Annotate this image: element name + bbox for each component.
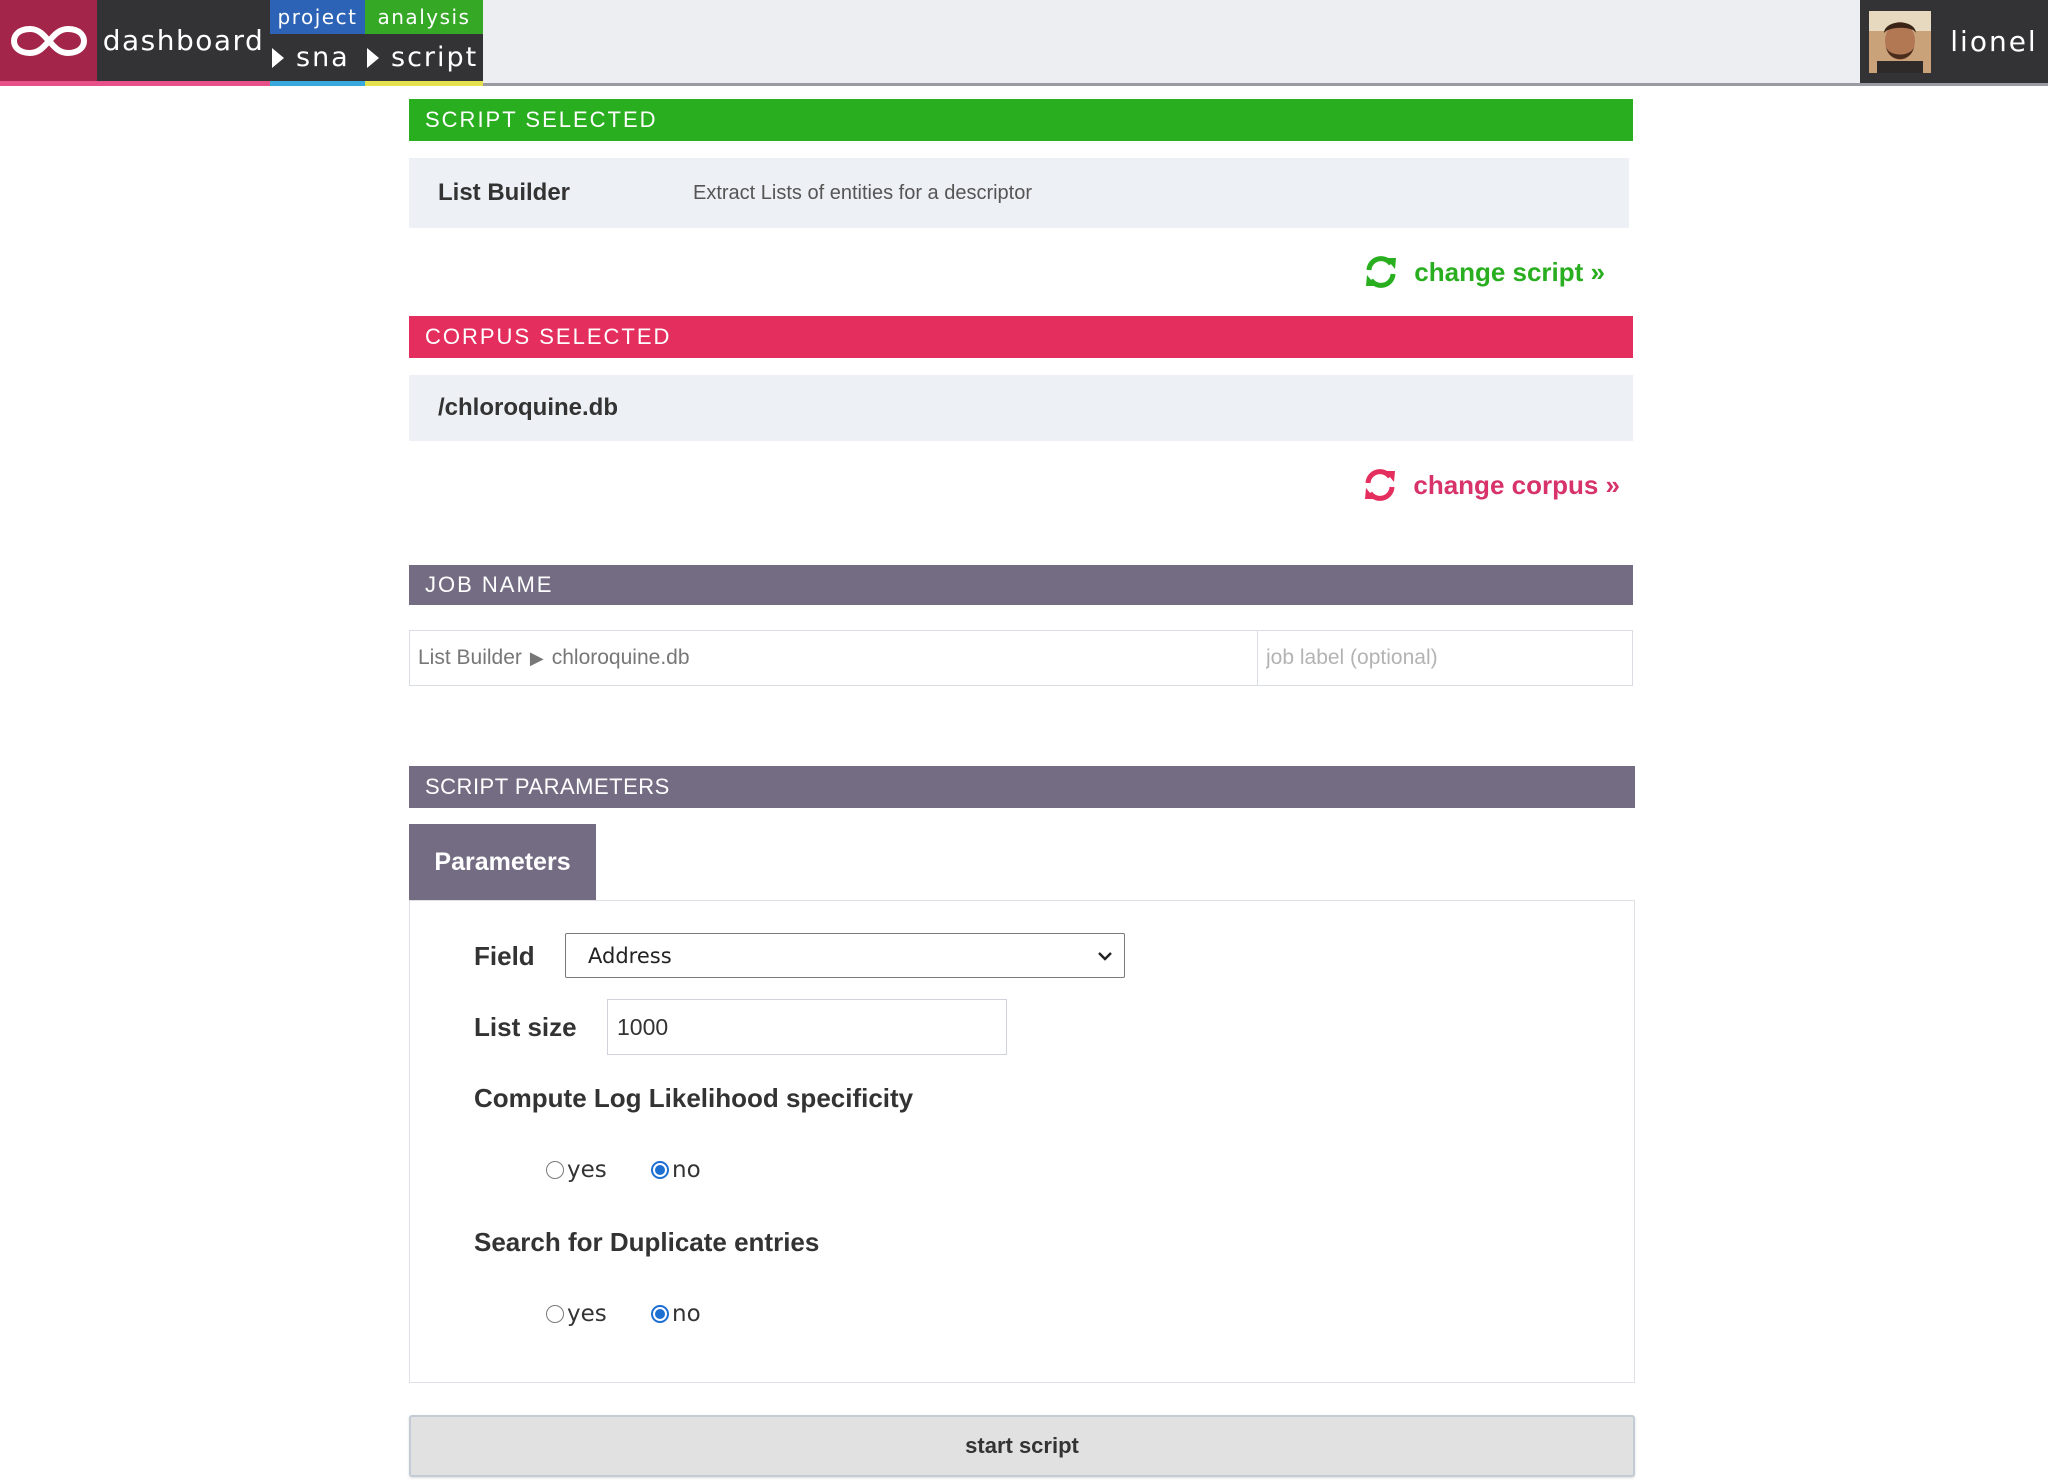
change-corpus-label: change corpus » — [1413, 469, 1620, 500]
start-script-button[interactable]: start script — [409, 1415, 1635, 1477]
app-logo[interactable] — [0, 0, 97, 86]
play-triangle-icon: ▶ — [529, 647, 544, 668]
list-size-input[interactable] — [607, 999, 1007, 1055]
radio-selected-dot — [655, 1165, 665, 1175]
script-description: Extract Lists of entities for a descript… — [693, 181, 1033, 204]
breadcrumb-project-label: sna — [296, 42, 350, 73]
loglik-no-label: no — [672, 1157, 701, 1183]
breadcrumb-project[interactable]: project sna — [270, 0, 365, 86]
list-size-label: List size — [474, 1012, 577, 1042]
breadcrumb-analysis-category: analysis — [365, 0, 483, 34]
duplicates-yes-option[interactable]: yes — [546, 1301, 607, 1327]
job-default-corpus: chloroquine.db — [551, 646, 690, 669]
breadcrumb-analysis-label: script — [391, 42, 479, 73]
caret-right-icon — [367, 47, 379, 68]
user-menu[interactable]: lionel — [1940, 0, 2048, 83]
script-name: List Builder — [438, 179, 571, 206]
change-script-label: change script » — [1414, 256, 1605, 287]
breadcrumb-project-category: project — [270, 0, 365, 34]
loglik-yes-option[interactable]: yes — [546, 1157, 607, 1183]
infinity-logo-icon — [10, 25, 87, 56]
duplicates-no-label: no — [672, 1301, 701, 1327]
change-script-link[interactable]: change script » — [409, 228, 1633, 316]
job-name-header: JOB NAME — [409, 565, 1633, 605]
loglik-no-option[interactable]: no — [651, 1157, 701, 1183]
main-content: SCRIPT SELECTED List Builder Extract Lis… — [409, 99, 1635, 1477]
radio-selected-dot — [655, 1309, 665, 1319]
loglik-yes-radio[interactable] — [546, 1161, 564, 1179]
refresh-icon — [1365, 469, 1396, 501]
top-navigation-bar: dashboard project sna analysis script li… — [0, 0, 2048, 86]
chevron-down-icon — [1098, 952, 1112, 961]
job-default-name: List Builder ▶ chloroquine.db — [410, 631, 1258, 685]
loglik-no-radio[interactable] — [651, 1161, 669, 1179]
breadcrumb-analysis-underline — [365, 81, 483, 86]
job-label-input[interactable] — [1258, 631, 1632, 685]
corpus-selected-header: CORPUS SELECTED — [409, 316, 1633, 358]
job-name-row: List Builder ▶ chloroquine.db — [409, 630, 1633, 686]
loglik-yes-label: yes — [567, 1157, 607, 1183]
field-select[interactable]: Address — [565, 933, 1125, 978]
username-label: lionel — [1950, 25, 2038, 58]
duplicates-yes-label: yes — [567, 1301, 607, 1327]
dashboard-link[interactable]: dashboard — [97, 0, 270, 86]
duplicates-no-option[interactable]: no — [651, 1301, 701, 1327]
corpus-name: /chloroquine.db — [409, 375, 1633, 441]
selected-script-row: List Builder Extract Lists of entities f… — [409, 158, 1629, 228]
dashboard-label: dashboard — [102, 24, 265, 57]
breadcrumb-project-underline — [270, 81, 365, 86]
field-select-value: Address — [588, 943, 672, 968]
breadcrumb-project-item[interactable]: sna — [270, 34, 365, 81]
script-parameters-header: SCRIPT PARAMETERS — [409, 766, 1635, 808]
duplicates-no-radio[interactable] — [651, 1305, 669, 1323]
job-default-script: List Builder — [418, 646, 522, 669]
user-avatar-icon — [1869, 10, 1931, 73]
breadcrumb-analysis-item[interactable]: script — [365, 34, 483, 81]
field-label: Field — [474, 941, 535, 971]
refresh-icon — [1366, 256, 1397, 288]
caret-right-icon — [272, 47, 284, 68]
breadcrumb-analysis[interactable]: analysis script — [365, 0, 483, 86]
tab-parameters[interactable]: Parameters — [409, 824, 596, 900]
loglik-label: Compute Log Likelihood specificity — [474, 1083, 914, 1113]
duplicates-yes-radio[interactable] — [546, 1305, 564, 1323]
change-corpus-link[interactable]: change corpus » — [409, 441, 1633, 529]
parameters-panel: Field Address List size Compute Log Like… — [409, 900, 1635, 1383]
duplicates-label: Search for Duplicate entries — [474, 1227, 820, 1257]
script-selected-header: SCRIPT SELECTED — [409, 99, 1633, 141]
avatar[interactable] — [1860, 0, 1940, 83]
